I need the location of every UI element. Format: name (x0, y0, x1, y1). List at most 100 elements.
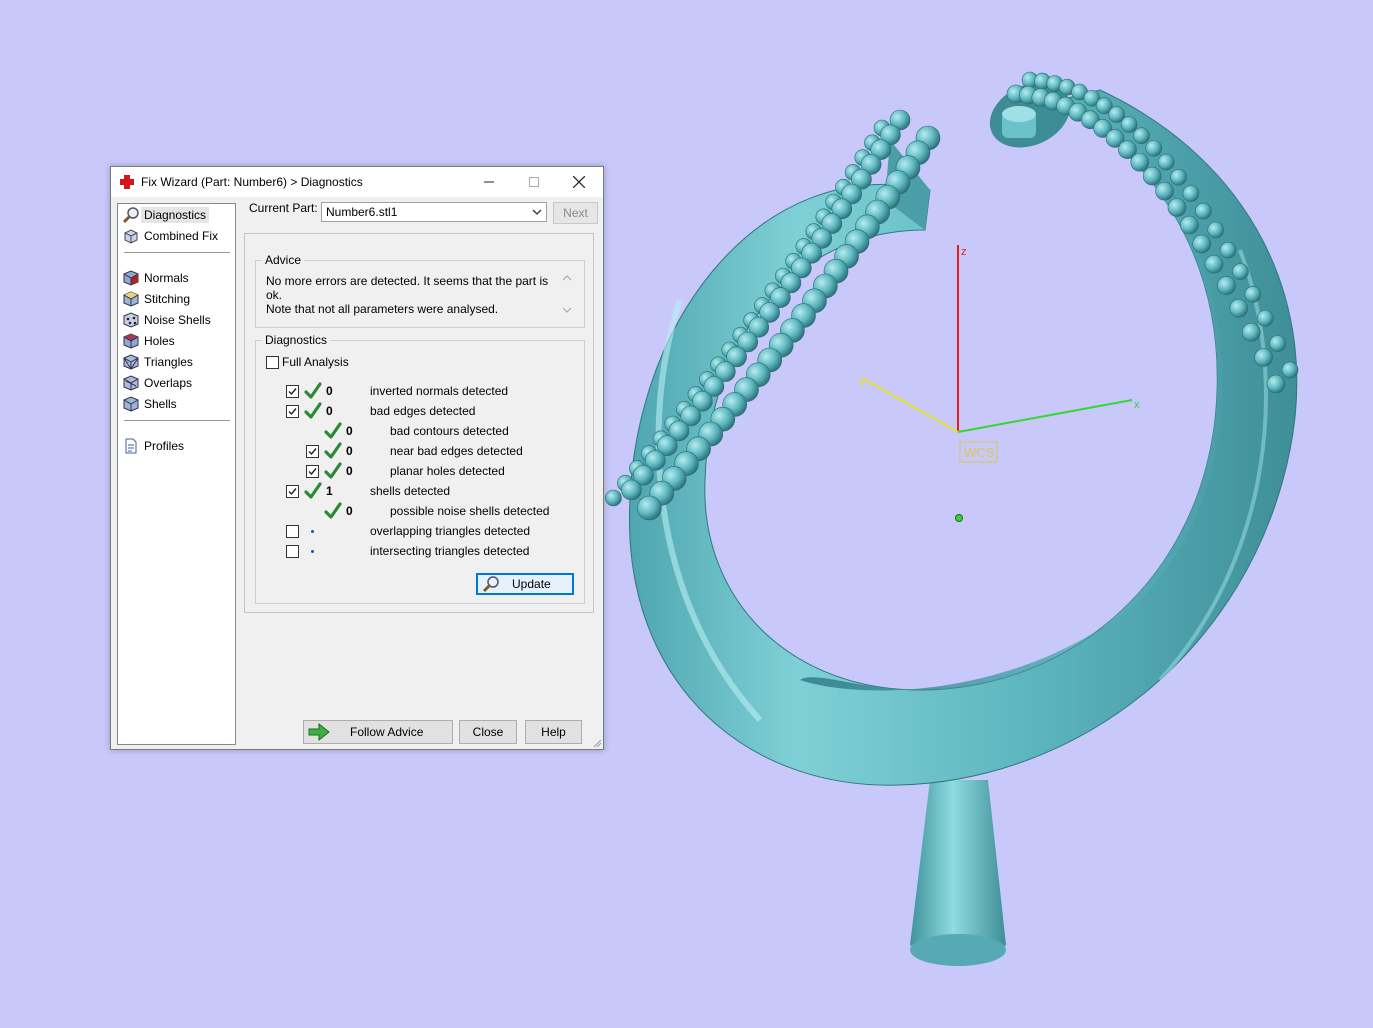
tree-item-label: Profiles (144, 439, 185, 453)
green-check-icon (304, 382, 322, 399)
prong-bead (1204, 254, 1224, 274)
current-part-select[interactable]: Number6.stl1 (321, 202, 547, 222)
tree-item-label: Holes (144, 334, 175, 348)
help-button[interactable]: Help (525, 720, 582, 744)
tree-item-label: Overlaps (144, 376, 193, 390)
fix-wizard-window: Fix Wizard (Part: Number6) > Diagnostics… (110, 166, 604, 750)
green-check-icon (324, 442, 342, 459)
advice-scrollbar[interactable] (560, 271, 574, 317)
update-button-label: Update (512, 577, 551, 591)
follow-advice-label: Follow Advice (350, 725, 424, 739)
diagnostic-checkbox[interactable] (286, 525, 299, 538)
close-button-label: Close (472, 725, 504, 739)
diagnostic-checkbox[interactable] (286, 405, 299, 418)
diagnostic-checkbox[interactable] (286, 485, 299, 498)
minimize-icon (484, 181, 494, 183)
tree-item-noise-shells[interactable]: Noise Shells (122, 310, 211, 330)
prong-bead (1170, 168, 1187, 186)
diagnostic-checkbox[interactable] (286, 385, 299, 398)
update-button[interactable]: Update (476, 573, 574, 595)
prong-bead (1133, 127, 1150, 145)
tree-item-label: Normals (144, 271, 189, 285)
triangles-cube-icon (123, 354, 139, 370)
axis-y-label: y (856, 375, 867, 388)
tree-item-label: Noise Shells (144, 313, 211, 327)
close-icon (573, 176, 585, 188)
tree-item-label: Combined Fix (144, 229, 219, 243)
next-button-label: Next (563, 206, 588, 220)
green-check-icon (324, 502, 342, 519)
diagnostics-title: Diagnostics (262, 333, 331, 347)
diagnostic-checkbox[interactable] (306, 465, 319, 478)
diagnostic-text: inverted normals detected (370, 384, 509, 398)
prong-bead (1244, 285, 1262, 303)
advice-line: Note that not all parameters were analys… (266, 302, 499, 316)
tree-item-normals[interactable]: Normals (122, 268, 189, 288)
diagnostic-text: planar holes detected (390, 464, 505, 478)
axis-x-label: x (1134, 399, 1140, 411)
tree-item-profiles[interactable]: Profiles (122, 436, 184, 456)
tree-item-label: Shells (144, 397, 177, 411)
help-button-label: Help (541, 725, 566, 739)
red-cross-icon (120, 175, 134, 189)
overlaps-cube-icon (123, 375, 139, 391)
window-title: Fix Wizard (Part: Number6) > Diagnostics (141, 175, 363, 189)
prong-bead (1232, 263, 1249, 280)
title-bar[interactable]: Fix Wizard (Part: Number6) > Diagnostics (111, 167, 603, 197)
advice-title: Advice (262, 253, 305, 267)
pending-dot-icon (311, 550, 314, 553)
prong-bead (1207, 221, 1225, 239)
tree-separator (124, 252, 230, 253)
minimize-button[interactable] (466, 167, 512, 197)
diagnostic-text: near bad edges detected (390, 444, 523, 458)
diagnostic-text: overlapping triangles detected (370, 524, 531, 538)
full-analysis-label: Full Analysis (282, 355, 349, 369)
resize-grip-icon[interactable] (592, 738, 602, 748)
tree-item-label: Triangles (144, 355, 193, 369)
green-check-icon (324, 422, 342, 439)
prong-bead (1241, 322, 1261, 342)
green-check-icon (304, 402, 322, 419)
prong-bead (1180, 215, 1199, 235)
tree-item-triangles[interactable]: Triangles (122, 352, 193, 372)
tree-item-overlaps[interactable]: Overlaps (122, 373, 192, 393)
full-analysis-checkbox[interactable] (266, 356, 279, 369)
tree-item-holes[interactable]: Holes (122, 331, 175, 351)
checkmark-icon (308, 448, 317, 456)
maximize-button[interactable] (511, 167, 557, 197)
tree-item-label: Diagnostics (141, 207, 210, 223)
prong-bead (1192, 234, 1212, 254)
prong-bead (605, 489, 622, 507)
tree-item-diagnostics[interactable]: Diagnostics (122, 205, 210, 225)
prong-bead (1167, 198, 1187, 217)
checkmark-icon (288, 408, 297, 416)
tree-item-label: Stitching (144, 292, 191, 306)
wcs-axes: z x y WCS (856, 245, 1140, 522)
follow-advice-button[interactable]: Follow Advice (303, 720, 453, 744)
prong-bead (1219, 241, 1237, 259)
prong-bead (1182, 185, 1200, 202)
tree-item-shells[interactable]: Shells (122, 394, 177, 414)
tree-item-combined-fix[interactable]: Combined Fix (122, 226, 218, 246)
prong-bead (1142, 166, 1162, 186)
rotation-center-icon (955, 514, 963, 522)
green-arrow-right-icon (308, 723, 330, 741)
diagnostic-count: 0 (326, 404, 333, 418)
wcs-label: WCS (964, 445, 995, 460)
tree-separator (124, 420, 230, 421)
diagnostic-count: 0 (346, 424, 353, 438)
current-part-value: Number6.stl1 (326, 205, 398, 219)
magnifier-icon (482, 576, 499, 593)
profiles-document-icon (125, 438, 137, 454)
tree-item-stitching[interactable]: Stitching (122, 289, 190, 309)
magnifier-icon (122, 207, 139, 224)
pending-dot-icon (311, 530, 314, 533)
close-window-button[interactable] (556, 167, 602, 197)
next-button[interactable]: Next (553, 202, 598, 224)
advice-text: No more errors are detected. It seems th… (266, 274, 551, 316)
maximize-icon (529, 177, 539, 187)
diagnostic-checkbox[interactable] (286, 545, 299, 558)
noise-shells-cube-icon (123, 312, 139, 328)
close-button[interactable]: Close (459, 720, 517, 744)
diagnostic-checkbox[interactable] (306, 445, 319, 458)
